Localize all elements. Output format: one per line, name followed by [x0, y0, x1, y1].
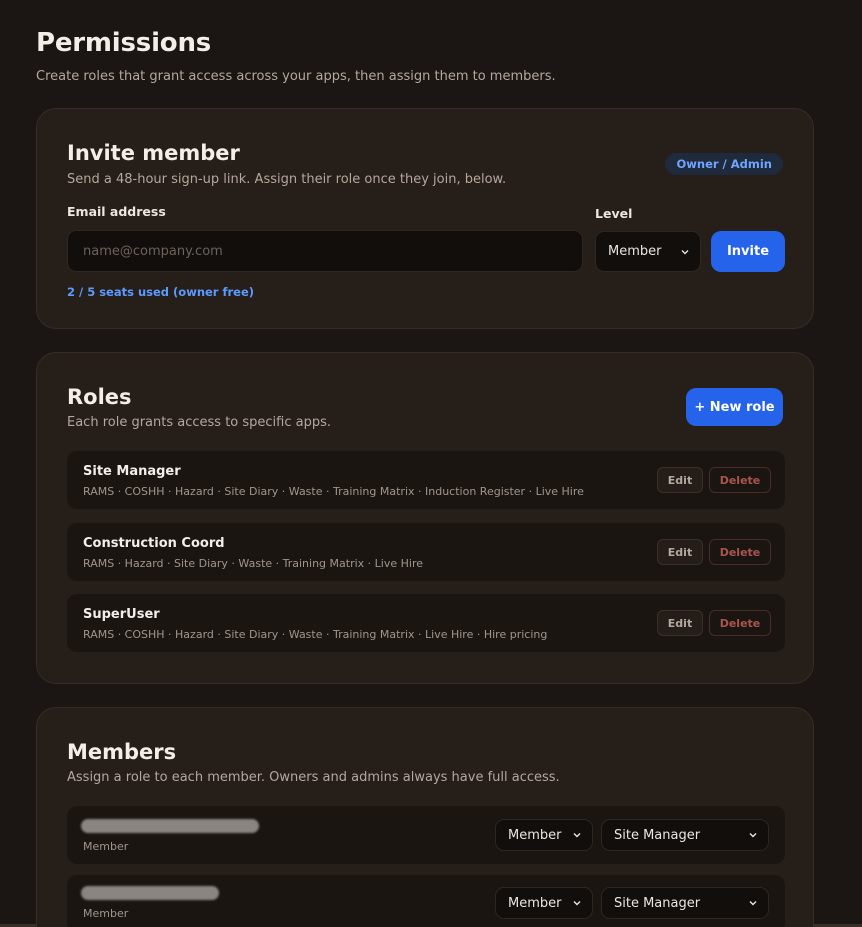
level-select[interactable]: Member [595, 231, 701, 272]
level-select-value: Member [608, 244, 662, 259]
invite-member-card: Invite member Send a 48-hour sign-up lin… [36, 108, 814, 329]
delete-role-button[interactable]: Delete [709, 467, 771, 493]
page-subtitle: Create roles that grant access across yo… [36, 69, 556, 84]
member-level-text: Member [83, 840, 129, 853]
chevron-down-icon [749, 901, 757, 906]
level-label: Level [595, 206, 633, 221]
role-badge: Owner / Admin [665, 153, 783, 175]
edit-role-button[interactable]: Edit [657, 610, 703, 636]
member-level-text: Member [83, 907, 129, 920]
member-level-select-value: Member [508, 895, 562, 911]
member-role-select-value: Site Manager [614, 827, 701, 843]
invite-title: Invite member [67, 141, 240, 165]
page-title: Permissions [36, 28, 212, 58]
role-row: Construction Coord RAMS · Hazard · Site … [67, 523, 785, 581]
member-email-redacted [81, 819, 259, 833]
roles-subtitle: Each role grants access to specific apps… [67, 415, 332, 430]
edit-role-button[interactable]: Edit [657, 467, 703, 493]
member-level-select[interactable]: Member [495, 887, 593, 919]
member-row: Member Member Site Manager [67, 875, 785, 927]
edit-role-button[interactable]: Edit [657, 539, 703, 565]
members-card: Members Assign a role to each member. Ow… [36, 707, 814, 927]
members-subtitle: Assign a role to each member. Owners and… [67, 770, 560, 785]
chevron-down-icon [573, 833, 581, 838]
chevron-down-icon [681, 249, 689, 254]
role-row: SuperUser RAMS · COSHH · Hazard · Site D… [67, 594, 785, 652]
role-row: Site Manager RAMS · COSHH · Hazard · Sit… [67, 451, 785, 509]
members-title: Members [67, 740, 177, 764]
role-name: Construction Coord [83, 536, 225, 551]
role-name: SuperUser [83, 607, 160, 622]
chevron-down-icon [749, 833, 757, 838]
role-apps: RAMS · Hazard · Site Diary · Waste · Tra… [83, 557, 423, 570]
chevron-down-icon [573, 901, 581, 906]
invite-subtitle: Send a 48-hour sign-up link. Assign thei… [67, 172, 507, 187]
delete-role-button[interactable]: Delete [709, 610, 771, 636]
roles-card: Roles Each role grants access to specifi… [36, 352, 814, 684]
member-level-select-value: Member [508, 827, 562, 843]
member-role-select[interactable]: Site Manager [601, 819, 769, 851]
email-label: Email address [67, 204, 166, 219]
invite-button[interactable]: Invite [711, 231, 785, 272]
delete-role-button[interactable]: Delete [709, 539, 771, 565]
roles-title: Roles [67, 385, 132, 409]
role-apps: RAMS · COSHH · Hazard · Site Diary · Was… [83, 485, 584, 498]
member-row: Member Member Site Manager [67, 806, 785, 864]
member-email-redacted [81, 886, 219, 900]
seats-used-text: 2 / 5 seats used (owner free) [67, 285, 255, 299]
member-role-select-value: Site Manager [614, 895, 701, 911]
role-name: Site Manager [83, 464, 181, 479]
member-level-select[interactable]: Member [495, 819, 593, 851]
email-input[interactable] [67, 230, 583, 272]
member-role-select[interactable]: Site Manager [601, 887, 769, 919]
new-role-button[interactable]: + New role [686, 388, 783, 426]
role-apps: RAMS · COSHH · Hazard · Site Diary · Was… [83, 628, 548, 641]
page-header: Permissions Create roles that grant acce… [36, 28, 816, 84]
